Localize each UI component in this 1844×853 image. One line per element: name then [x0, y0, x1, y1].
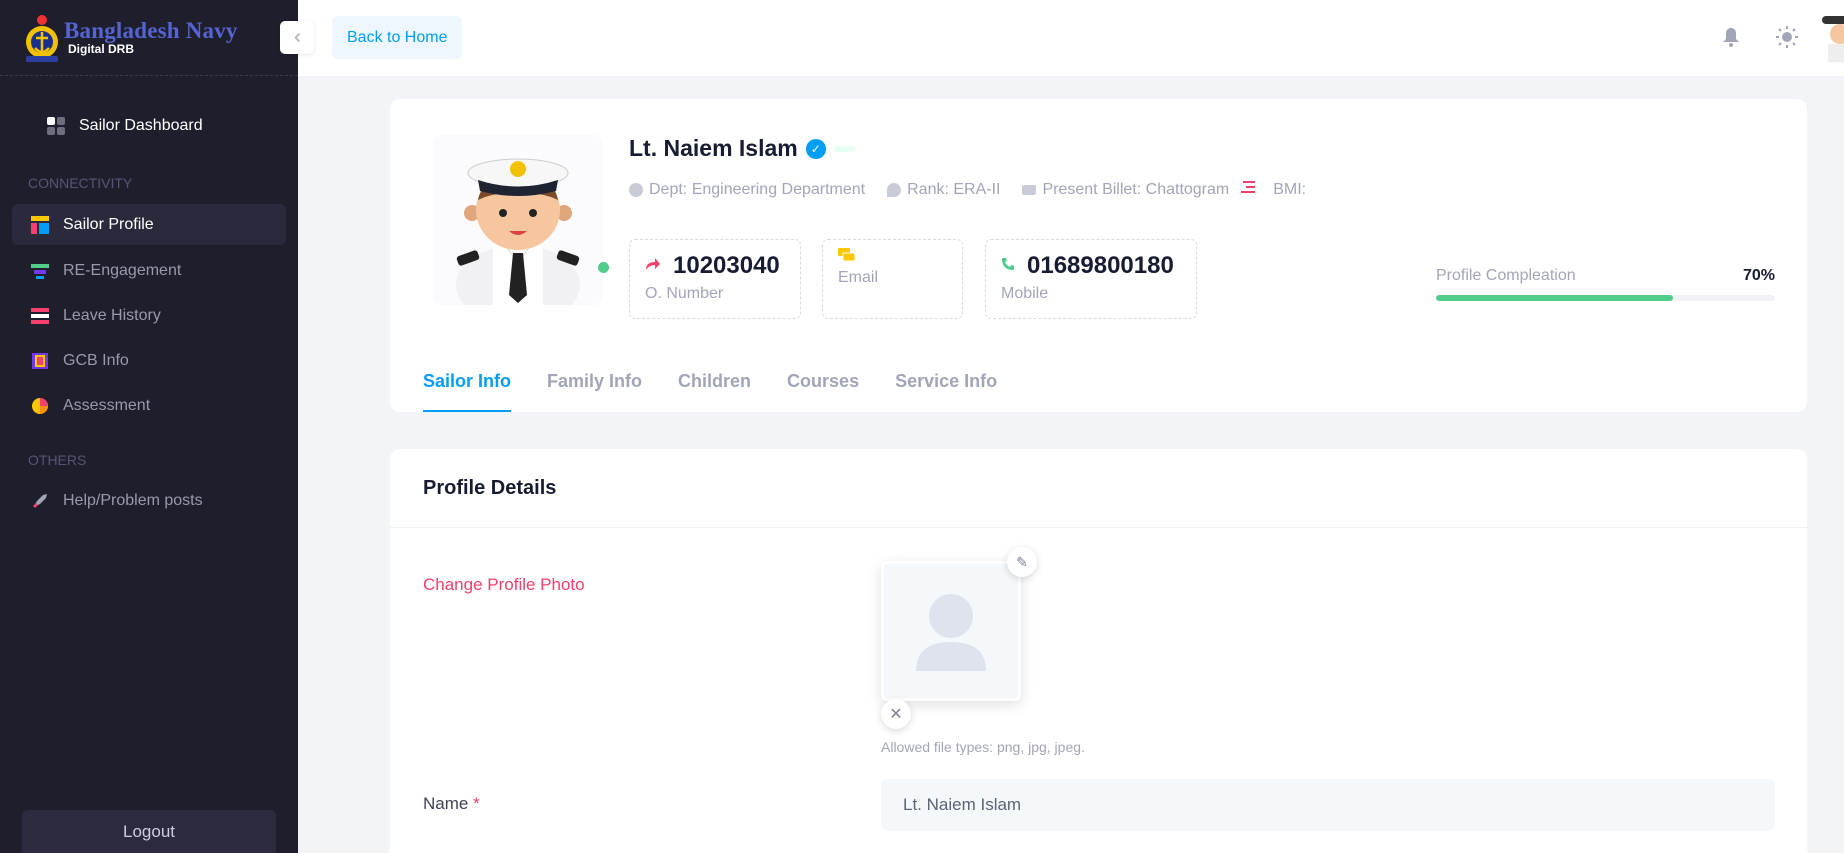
list-icon: [31, 307, 49, 325]
mobile-value: 01689800180: [1027, 252, 1174, 279]
status-badge: [833, 145, 856, 152]
layers-icon: [31, 262, 49, 280]
profile-completion: Profile Compleation 70%: [1436, 267, 1775, 301]
sidebar-item-label: Sailor Dashboard: [79, 117, 203, 134]
o-number-value: 10203040: [673, 252, 780, 279]
sidebar-item-dashboard[interactable]: Sailor Dashboard: [0, 111, 298, 141]
close-icon: ✕: [889, 706, 903, 723]
name-label-text: Name: [423, 794, 469, 813]
list-lines-icon: [1241, 180, 1256, 199]
brand: Bangladesh Navy Digital DRB ‹‹: [0, 0, 314, 76]
section-title-connectivity: CONNECTIVITY: [28, 175, 133, 191]
bell-icon[interactable]: [1718, 24, 1744, 50]
sidebar-item-gcb-info[interactable]: GCB Info: [12, 340, 286, 381]
remove-photo-button[interactable]: ✕: [881, 699, 911, 729]
o-number-stat: 10203040 O. Number: [629, 239, 801, 319]
sun-theme-icon[interactable]: [1774, 24, 1800, 50]
dashboard-grid-icon: [47, 116, 66, 136]
completion-progress-fill: [1436, 295, 1674, 301]
logout-label: Logout: [123, 821, 175, 841]
mobile-label: Mobile: [1001, 285, 1049, 302]
sailor-name: Lt. Naiem Islam: [629, 135, 798, 161]
name-input[interactable]: Lt. Naiem Islam: [881, 779, 1775, 831]
sidebar-item-re-engagement[interactable]: RE-Engagement: [12, 250, 286, 291]
completion-progress-bar: [1436, 295, 1775, 301]
completion-value: 70%: [1742, 267, 1775, 284]
phone-icon: [1001, 257, 1015, 276]
sailor-bmi: BMI:: [1273, 180, 1307, 198]
navy-emblem-logo: [22, 12, 62, 64]
brand-title: Bangladesh Navy: [64, 18, 238, 43]
logout-button[interactable]: Logout: [22, 810, 276, 853]
envelope-icon: [1022, 184, 1037, 195]
profile-tabs: Sailor Info Family Info Children Courses…: [423, 361, 1033, 412]
profile-layout-icon: [31, 215, 49, 234]
tab-courses[interactable]: Courses: [787, 361, 859, 412]
sidebar-item-sailor-profile[interactable]: Sailor Profile: [12, 204, 286, 245]
brand-subtitle: Digital DRB: [68, 42, 134, 56]
back-to-home-button[interactable]: Back to Home: [332, 16, 463, 59]
section-title-others: OTHERS: [28, 452, 87, 468]
verified-badge-icon: ✓: [805, 138, 826, 159]
completion-label: Profile Compleation: [1436, 267, 1576, 284]
top-header: Back to Home: [298, 0, 1844, 76]
profile-details-title: Profile Details: [423, 476, 557, 499]
sidebar-item-label: Sailor Profile: [63, 215, 154, 233]
pie-chart-icon: [31, 397, 49, 415]
online-status-dot: [596, 260, 611, 275]
o-number-label: O. Number: [645, 285, 724, 302]
file-types-hint: Allowed file types: png, jpg, jpeg.: [881, 739, 1085, 755]
cash-icon: [838, 248, 856, 267]
sidebar-item-label: Assessment: [63, 396, 151, 414]
sailor-avatar-illustration: [433, 135, 603, 305]
required-marker: *: [473, 794, 480, 813]
sidebar-item-label: Leave History: [63, 306, 161, 324]
sidebar-item-assessment[interactable]: Assessment: [12, 385, 286, 426]
rocket-icon: [31, 492, 49, 510]
sidebar-item-help[interactable]: Help/Problem posts: [12, 480, 286, 521]
mobile-stat: 01689800180 Mobile: [985, 239, 1197, 319]
name-field-label: Name *: [423, 794, 480, 814]
profile-details-card: Profile Details Change Profile Photo ✎ ✕…: [390, 449, 1807, 853]
sailor-billet: Present Billet: Chattogram: [1042, 180, 1230, 198]
edit-photo-button[interactable]: ✎: [1007, 547, 1037, 577]
tab-children[interactable]: Children: [678, 361, 751, 412]
pencil-icon: ✎: [1016, 553, 1028, 570]
tab-family-info[interactable]: Family Info: [547, 361, 642, 412]
sidebar-item-label: Help/Problem posts: [63, 491, 203, 509]
user-avatar[interactable]: [1822, 12, 1844, 62]
sidebar: Bangladesh Navy Digital DRB ‹‹ Sailor Da…: [0, 0, 314, 853]
sailor-rank: Rank: ERA-II: [907, 180, 1001, 198]
email-label: Email: [838, 269, 879, 286]
location-pin-icon: [887, 182, 902, 197]
double-chevron-left-icon: ‹‹: [293, 26, 303, 48]
collapse-sidebar-button[interactable]: ‹‹: [280, 21, 314, 54]
email-stat: Email: [822, 239, 963, 319]
book-icon: [31, 352, 49, 370]
sidebar-item-label: RE-Engagement: [63, 261, 182, 279]
user-circle-icon: [629, 182, 643, 197]
profile-photo-placeholder[interactable]: [881, 561, 1021, 701]
sidebar-item-leave-history[interactable]: Leave History: [12, 295, 286, 336]
change-profile-photo-label: Change Profile Photo: [423, 575, 585, 594]
blank-user-icon: [916, 594, 986, 671]
sidebar-item-label: GCB Info: [63, 351, 129, 369]
profile-summary-card: Lt. Naiem Islam ✓ Dept: Engineering Depa…: [390, 99, 1807, 412]
arrow-forward-icon: [645, 257, 661, 276]
sailor-dept: Dept: Engineering Department: [649, 180, 866, 198]
tab-sailor-info[interactable]: Sailor Info: [423, 361, 512, 412]
tab-service-info[interactable]: Service Info: [895, 361, 997, 412]
